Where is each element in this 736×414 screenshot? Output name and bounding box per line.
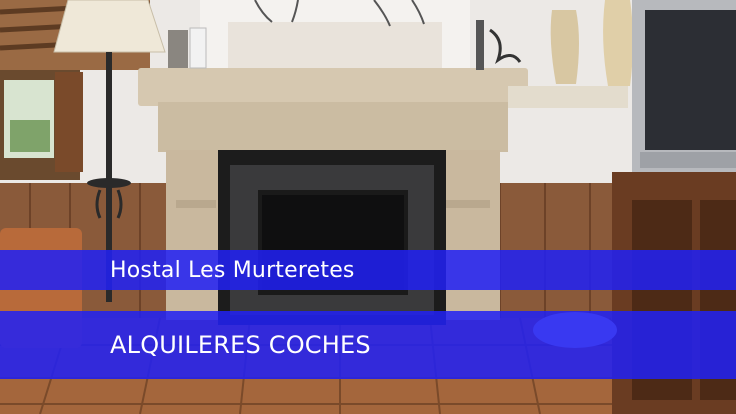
hostal-title: Hostal Les Murteretes	[110, 257, 355, 283]
service-subtitle: ALQUILERES COCHES	[110, 331, 371, 359]
fireplace-insert	[218, 150, 446, 325]
subtitle-banner: ALQUILERES COCHES	[0, 311, 736, 379]
title-banner: Hostal Les Murteretes	[0, 250, 736, 290]
window	[0, 70, 83, 180]
television	[632, 0, 736, 175]
